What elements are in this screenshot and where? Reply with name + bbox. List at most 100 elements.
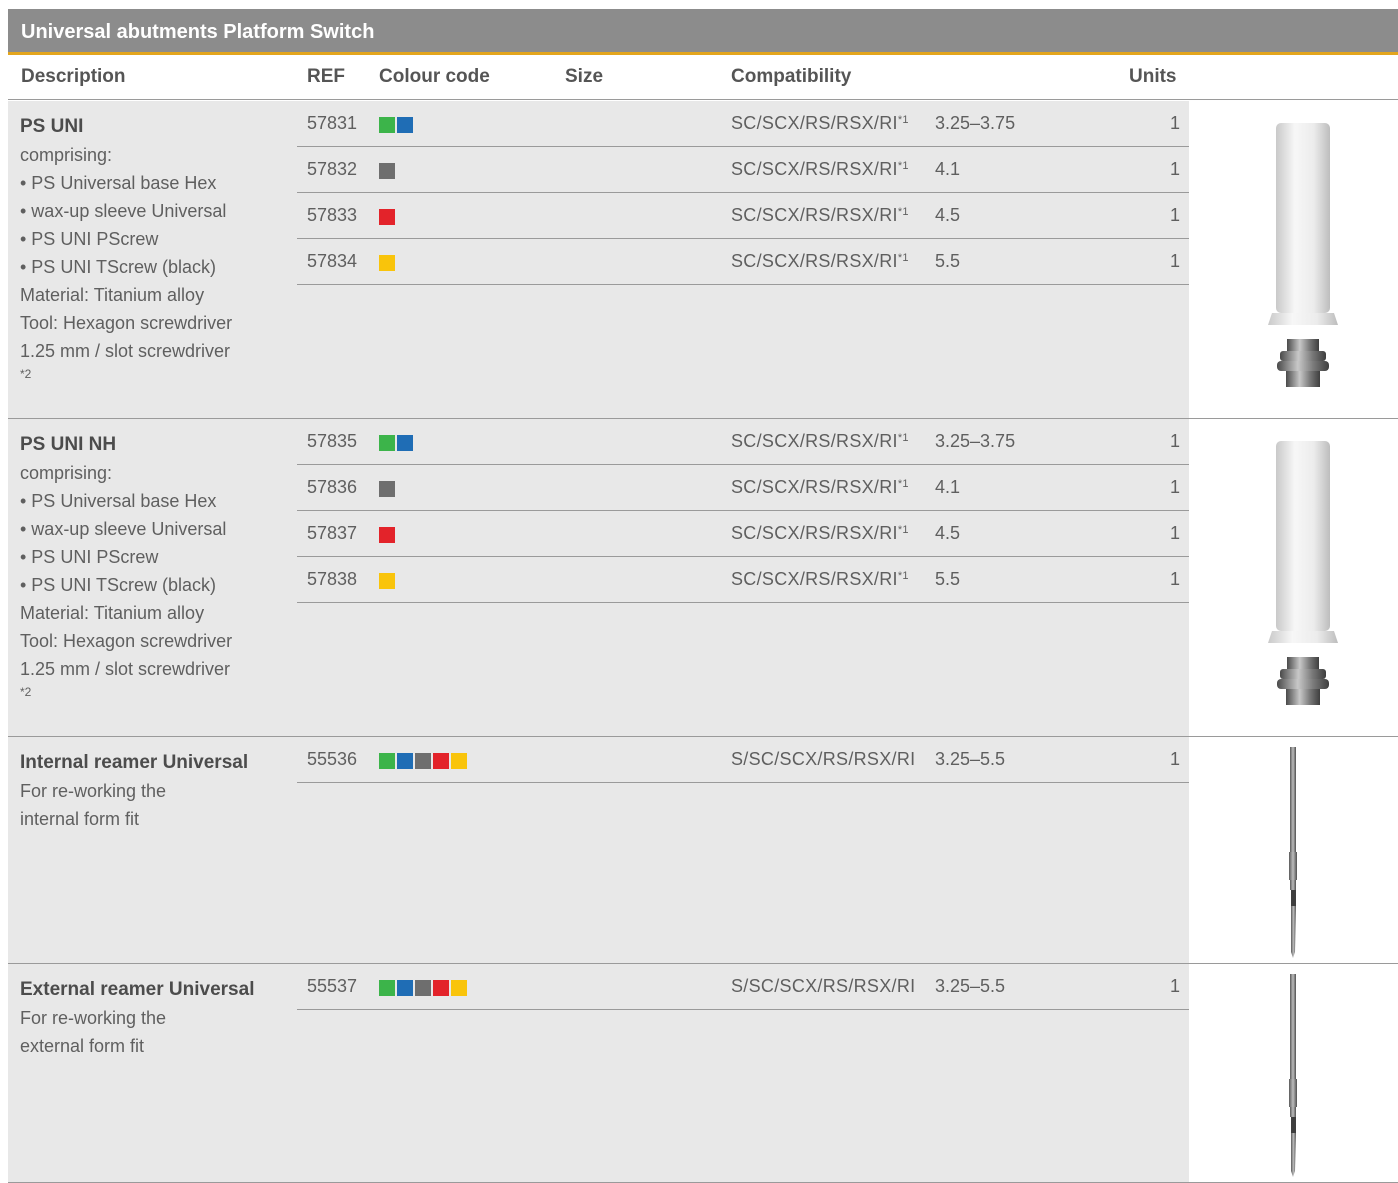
colour-code	[379, 753, 467, 769]
reamer-image	[1289, 974, 1297, 1177]
header-units: Units	[1129, 66, 1177, 87]
product-description: PS UNI comprising: • PS Universal base Hex…	[20, 113, 290, 383]
colour-swatch-red	[379, 209, 395, 225]
compatibility: S/SC/SCX/RS/RSX/RI	[731, 749, 916, 769]
units-value: 1	[1170, 113, 1181, 133]
ref-number: 57833	[307, 205, 358, 225]
colour-code	[379, 163, 395, 179]
product-title: External reamer Universal	[20, 979, 255, 1000]
table-row: 57835 SC/SCX/RS/RSX/RI*1 3.25–3.75 1	[297, 419, 1189, 465]
table-row: 55537 S/SC/SCX/RS/RSX/RI 3.25–5.5 1	[297, 964, 1189, 1010]
colour-code	[379, 481, 395, 497]
size-value: 3.25–3.75	[935, 431, 1016, 451]
description-line: external form fit	[20, 1036, 145, 1056]
colour-swatch-red	[379, 527, 395, 543]
footnote-marker: *2	[20, 685, 32, 699]
product-image	[1189, 419, 1398, 736]
compatibility: SC/SCX/RS/RSX/RI*1	[731, 523, 909, 543]
table-row: 57833 SC/SCX/RS/RSX/RI*1 4.5 1	[297, 193, 1189, 239]
units-value: 1	[1170, 205, 1181, 225]
description-line: For re-working the	[20, 1008, 167, 1028]
table-row: 57838 SC/SCX/RS/RSX/RI*1 5.5 1	[297, 557, 1189, 603]
table-row: 57832 SC/SCX/RS/RSX/RI*1 4.1 1	[297, 147, 1189, 193]
colour-code	[379, 573, 395, 589]
description-line: comprising:	[20, 145, 113, 165]
colour-code	[379, 209, 395, 225]
ref-number: 55537	[307, 976, 358, 996]
ref-number: 57834	[307, 251, 358, 271]
ref-number: 57836	[307, 477, 358, 497]
description-line: comprising:	[20, 463, 113, 483]
description-line: • wax-up sleeve Universal	[20, 201, 227, 221]
description-line: Material: Titanium alloy	[20, 285, 205, 305]
header-description: Description	[21, 66, 126, 87]
size-value: 3.25–5.5	[935, 749, 1006, 769]
table-row: 57834 SC/SCX/RS/RSX/RI*1 5.5 1	[297, 239, 1189, 285]
colour-swatch-green	[379, 117, 395, 133]
ref-number: 57838	[307, 569, 358, 589]
table-row: 57837 SC/SCX/RS/RSX/RI*1 4.5 1	[297, 511, 1189, 557]
ref-number: 57832	[307, 159, 358, 179]
product-section: PS UNI comprising: • PS Universal base Hex…	[8, 101, 1398, 419]
ref-number: 57837	[307, 523, 358, 543]
colour-code	[379, 435, 413, 451]
size-value: 3.25–5.5	[935, 976, 1006, 996]
description-line: internal form fit	[20, 809, 140, 829]
description-line: • PS UNI PScrew	[20, 547, 159, 567]
size-value: 3.25–3.75	[935, 113, 1016, 133]
size-value: 4.1	[935, 159, 961, 179]
description-line: • PS UNI PScrew	[20, 229, 159, 249]
ref-number: 57835	[307, 431, 358, 451]
product-description: Internal reamer Universal For re-working …	[20, 749, 290, 833]
compatibility: SC/SCX/RS/RSX/RI*1	[731, 159, 909, 179]
units-value: 1	[1170, 523, 1181, 543]
colour-swatch-green	[379, 753, 395, 769]
product-section: Internal reamer Universal For re-working …	[8, 737, 1398, 964]
abutment-image	[1268, 123, 1338, 387]
colour-swatch-green	[379, 980, 395, 996]
product-description: PS UNI NH comprising: • PS Universal base …	[20, 431, 290, 701]
colour-swatch-yellow	[379, 573, 395, 589]
header-ref: REF	[307, 66, 345, 87]
table-row: 55536 S/SC/SCX/RS/RSX/RI 3.25–5.5 1	[297, 737, 1189, 783]
product-image	[1189, 101, 1398, 418]
size-value: 5.5	[935, 569, 961, 589]
description-line: Tool: Hexagon screwdriver	[20, 313, 233, 333]
compatibility: SC/SCX/RS/RSX/RI*1	[731, 113, 909, 133]
table-row: 57836 SC/SCX/RS/RSX/RI*1 4.1 1	[297, 465, 1189, 511]
description-line: 1.25 mm / slot screwdriver	[20, 341, 231, 361]
reamer-image	[1289, 747, 1297, 958]
ref-number: 57831	[307, 113, 358, 133]
size-value: 4.1	[935, 477, 961, 497]
product-title: PS UNI	[20, 116, 84, 137]
colour-swatch-blue	[397, 753, 413, 769]
colour-swatch-yellow	[451, 753, 467, 769]
compatibility: SC/SCX/RS/RSX/RI*1	[731, 477, 909, 497]
description-line: • PS UNI TScrew (black)	[20, 575, 217, 595]
colour-code	[379, 255, 395, 271]
colour-swatch-red	[433, 980, 449, 996]
colour-code	[379, 527, 395, 543]
units-value: 1	[1170, 749, 1181, 769]
column-headers: Description REF Colour code Size Compati…	[8, 58, 1398, 100]
product-section: External reamer Universal For re-working …	[8, 964, 1398, 1183]
product-image	[1189, 964, 1398, 1182]
units-value: 1	[1170, 159, 1181, 179]
colour-swatch-gray	[415, 980, 431, 996]
colour-swatch-blue	[397, 117, 413, 133]
colour-swatch-blue	[397, 435, 413, 451]
description-line: Tool: Hexagon screwdriver	[20, 631, 233, 651]
description-line: 1.25 mm / slot screwdriver	[20, 659, 231, 679]
compatibility: SC/SCX/RS/RSX/RI*1	[731, 251, 909, 271]
colour-swatch-green	[379, 435, 395, 451]
colour-code	[379, 117, 413, 133]
ref-number: 55536	[307, 749, 358, 769]
colour-code	[379, 980, 467, 996]
compatibility: S/SC/SCX/RS/RSX/RI	[731, 976, 916, 996]
colour-swatch-gray	[379, 163, 395, 179]
colour-swatch-yellow	[379, 255, 395, 271]
product-section: PS UNI NH comprising: • PS Universal base …	[8, 419, 1398, 737]
description-line: • PS UNI TScrew (black)	[20, 257, 217, 277]
colour-swatch-red	[433, 753, 449, 769]
abutment-image	[1268, 441, 1338, 705]
